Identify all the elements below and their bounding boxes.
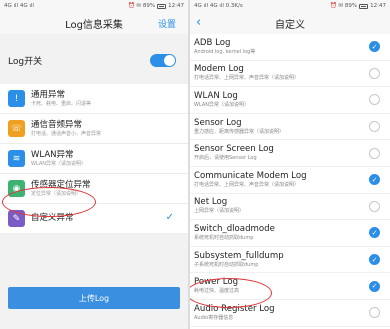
log-desc: 耗电过快、温度过高: [194, 288, 240, 295]
log-name: WLAN Log: [194, 90, 238, 101]
log-checkbox[interactable]: [369, 67, 380, 79]
issue-title: 传感器定位异常: [31, 179, 91, 190]
log-checkbox[interactable]: ✓: [369, 227, 380, 239]
log-name: Subsystem_fulldump: [194, 250, 284, 261]
log-desc: Audio寄存器信息: [194, 314, 234, 321]
log-desc: 开启后，请使用Sensor Log: [194, 155, 257, 162]
log-checkbox[interactable]: ✓: [369, 174, 380, 186]
issue-subtitle: 定位异常（请加说明）: [31, 190, 82, 197]
log-collection-screen: 4G ıll 4G ıll ⏰ ✉ 89% 12:47 Log信息采集 设置 L…: [0, 0, 188, 329]
signal-indicator: 4G ıll 4G ıll 0.3K/s: [194, 3, 243, 9]
log-checkbox[interactable]: ✓: [369, 254, 380, 266]
log-item[interactable]: Sensor Log 重力感应、距离传感器异常（请加说明）: [190, 114, 390, 141]
log-switch-label: Log开关: [8, 56, 43, 67]
issue-item-audio[interactable]: ☏ 通信音频异常 打电话、通话声音小、声音异常: [0, 114, 188, 144]
edit-icon: ✎: [8, 210, 25, 227]
log-item[interactable]: Modem Log 打电话异常、上网异常、声音异常（请加说明）: [190, 61, 390, 88]
log-desc: 子系统死机时自动抓取dump: [194, 261, 259, 268]
signal-indicator: 4G ıll 4G ıll: [4, 3, 34, 9]
log-name: ADB Log: [194, 37, 231, 48]
log-name: Sensor Screen Log: [194, 144, 274, 155]
log-item[interactable]: Audio Register Log Audio寄存器信息: [190, 300, 390, 327]
issue-subtitle: WLAN异常（请加说明）: [31, 160, 87, 167]
log-desc: 上网异常（请加说明）: [194, 208, 245, 215]
issue-item-custom[interactable]: ✎ 自定义异常 ✓: [0, 204, 188, 234]
log-item[interactable]: Communicate Modem Log 打电话异常、上网异常、声音异常（请加…: [190, 167, 390, 194]
log-name: Switch_dloadmode: [194, 223, 275, 234]
log-item[interactable]: Net Log 上网异常（请加说明）: [190, 194, 390, 221]
custom-log-screen: 4G ıll 4G ıll 0.3K/s ⏰ ✉ 89% 12:47 ‹ 自定义…: [190, 0, 390, 329]
log-desc: Android log, kernel log等: [194, 48, 256, 55]
log-desc: 打电话异常、上网异常、声音异常（请加说明）: [194, 75, 300, 82]
checkmark-icon: ✓: [165, 212, 174, 223]
issue-item-wlan[interactable]: ≋ WLAN异常 WLAN异常（请加说明）: [0, 144, 188, 174]
settings-button[interactable]: 设置: [158, 17, 176, 30]
log-desc: 打电话异常、上网异常、声音异常（请加说明）: [194, 181, 300, 188]
log-switch-toggle[interactable]: [150, 53, 176, 67]
upload-log-button[interactable]: 上传Log: [8, 287, 180, 309]
wifi-icon: ≋: [8, 150, 25, 167]
phone-audio-icon: ☏: [8, 120, 25, 137]
back-chevron-icon[interactable]: ‹: [196, 15, 201, 30]
log-name: Sensor Log: [194, 117, 242, 128]
log-item[interactable]: Subsystem_fulldump 子系统死机时自动抓取dump ✓: [190, 247, 390, 274]
issue-title: 通用异常: [31, 89, 66, 100]
status-time: 12:47: [168, 3, 184, 9]
log-item[interactable]: Switch_dloadmode 系统死机时自动抓取dump ✓: [190, 220, 390, 247]
log-name: Modem Log: [194, 64, 244, 75]
issue-subtitle: 卡死、耗电、重启、闪退等: [31, 100, 92, 107]
issue-item-general[interactable]: ! 通用异常 卡死、耗电、重启、闪退等: [0, 84, 188, 114]
log-name: Communicate Modem Log: [194, 170, 307, 181]
location-icon: ◉: [8, 180, 25, 197]
battery-icon: [157, 3, 167, 9]
log-type-list: ADB Log Android log, kernel log等 ✓ Modem…: [190, 34, 390, 327]
status-indicators: ⏰ ✉ 89%: [127, 3, 156, 9]
log-checkbox[interactable]: [369, 94, 380, 106]
status-bar: 4G ıll 4G ıll ⏰ ✉ 89% 12:47: [0, 0, 188, 12]
log-name: Power Log: [194, 277, 239, 288]
issue-item-sensor[interactable]: ◉ 传感器定位异常 定位异常（请加说明）: [0, 174, 188, 204]
status-indicators: ⏰ ✉ 89%: [329, 3, 358, 9]
log-checkbox[interactable]: [369, 147, 380, 159]
status-bar: 4G ıll 4G ıll 0.3K/s ⏰ ✉ 89% 12:47: [190, 0, 390, 12]
issue-title: 通信音频异常: [31, 119, 83, 130]
page-title: 自定义: [275, 19, 305, 31]
issue-title: 自定义异常: [31, 213, 74, 223]
log-name: Audio Register Log: [194, 303, 275, 314]
nav-bar: Log信息采集 设置: [0, 12, 188, 34]
issue-title: WLAN异常: [31, 149, 74, 160]
page-title: Log信息采集: [65, 19, 123, 31]
log-checkbox[interactable]: [369, 200, 380, 212]
log-desc: WLAN异常（请加说明）: [194, 101, 250, 108]
log-desc: 系统死机时自动抓取dump: [194, 234, 254, 241]
log-checkbox[interactable]: ✓: [369, 41, 380, 53]
log-item[interactable]: Power Log 耗电过快、温度过高 ✓: [190, 273, 390, 300]
log-item[interactable]: Sensor Screen Log 开启后，请使用Sensor Log: [190, 140, 390, 167]
log-name: Net Log: [194, 197, 228, 208]
log-switch-row: Log开关: [0, 48, 188, 72]
log-item[interactable]: WLAN Log WLAN异常（请加说明）: [190, 87, 390, 114]
status-time: 12:47: [370, 3, 386, 9]
warning-icon: !: [8, 90, 25, 107]
log-checkbox[interactable]: [369, 307, 380, 319]
issue-subtitle: 打电话、通话声音小、声音异常: [31, 130, 102, 137]
issue-type-list: ! 通用异常 卡死、耗电、重启、闪退等 ☏ 通信音频异常 打电话、通话声音小、声…: [0, 84, 188, 234]
nav-bar: ‹ 自定义: [190, 12, 390, 34]
log-item[interactable]: ADB Log Android log, kernel log等 ✓: [190, 34, 390, 61]
log-checkbox[interactable]: ✓: [369, 280, 380, 292]
log-desc: 重力感应、距离传感器异常（请加说明）: [194, 128, 285, 135]
battery-icon: [359, 3, 369, 9]
log-checkbox[interactable]: [369, 121, 380, 133]
